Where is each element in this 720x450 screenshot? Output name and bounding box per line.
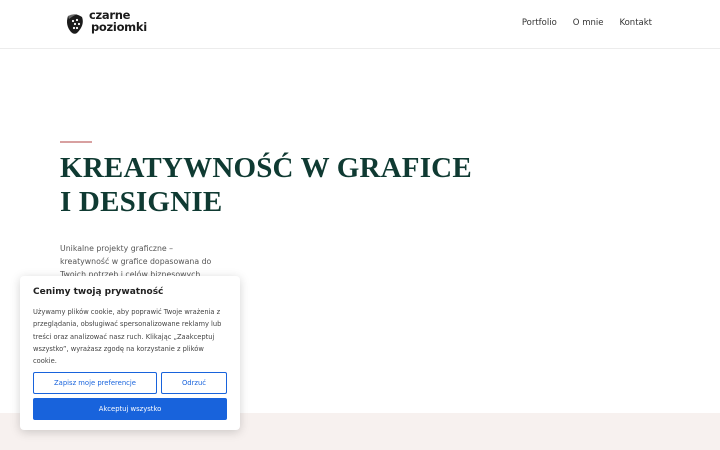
- cookie-consent-banner: Cenimy twoją prywatność Używamy plików c…: [20, 276, 240, 430]
- cookie-title: Cenimy twoją prywatność: [33, 287, 164, 297]
- save-preferences-button[interactable]: Zapisz moje preferencje: [33, 372, 157, 394]
- logo-line-2: poziomki: [91, 19, 147, 34]
- nav-item-o-mnie[interactable]: O mnie: [573, 18, 604, 28]
- hero-accent-line: [60, 141, 92, 143]
- logo-text: czarne poziomki: [89, 9, 147, 34]
- main-nav: Portfolio O mnie Kontakt: [522, 18, 652, 28]
- site-header: czarne poziomki Portfolio O mnie Kontakt: [0, 0, 720, 49]
- nav-item-kontakt[interactable]: Kontakt: [619, 18, 652, 28]
- strawberry-logo-icon: [67, 13, 83, 34]
- reject-button[interactable]: Odrzuć: [161, 372, 227, 394]
- hero-title: KREATYWNOŚĆ W GRAFICE I DESIGNIE: [60, 152, 472, 218]
- nav-item-portfolio[interactable]: Portfolio: [522, 18, 557, 28]
- logo[interactable]: czarne poziomki: [64, 9, 154, 38]
- accept-all-button[interactable]: Akceptuj wszystko: [33, 398, 227, 420]
- cookie-text: Używamy plików cookie, aby poprawić Twoj…: [33, 308, 222, 366]
- cookie-button-row: Zapisz moje preferencje Odrzuć: [33, 372, 227, 394]
